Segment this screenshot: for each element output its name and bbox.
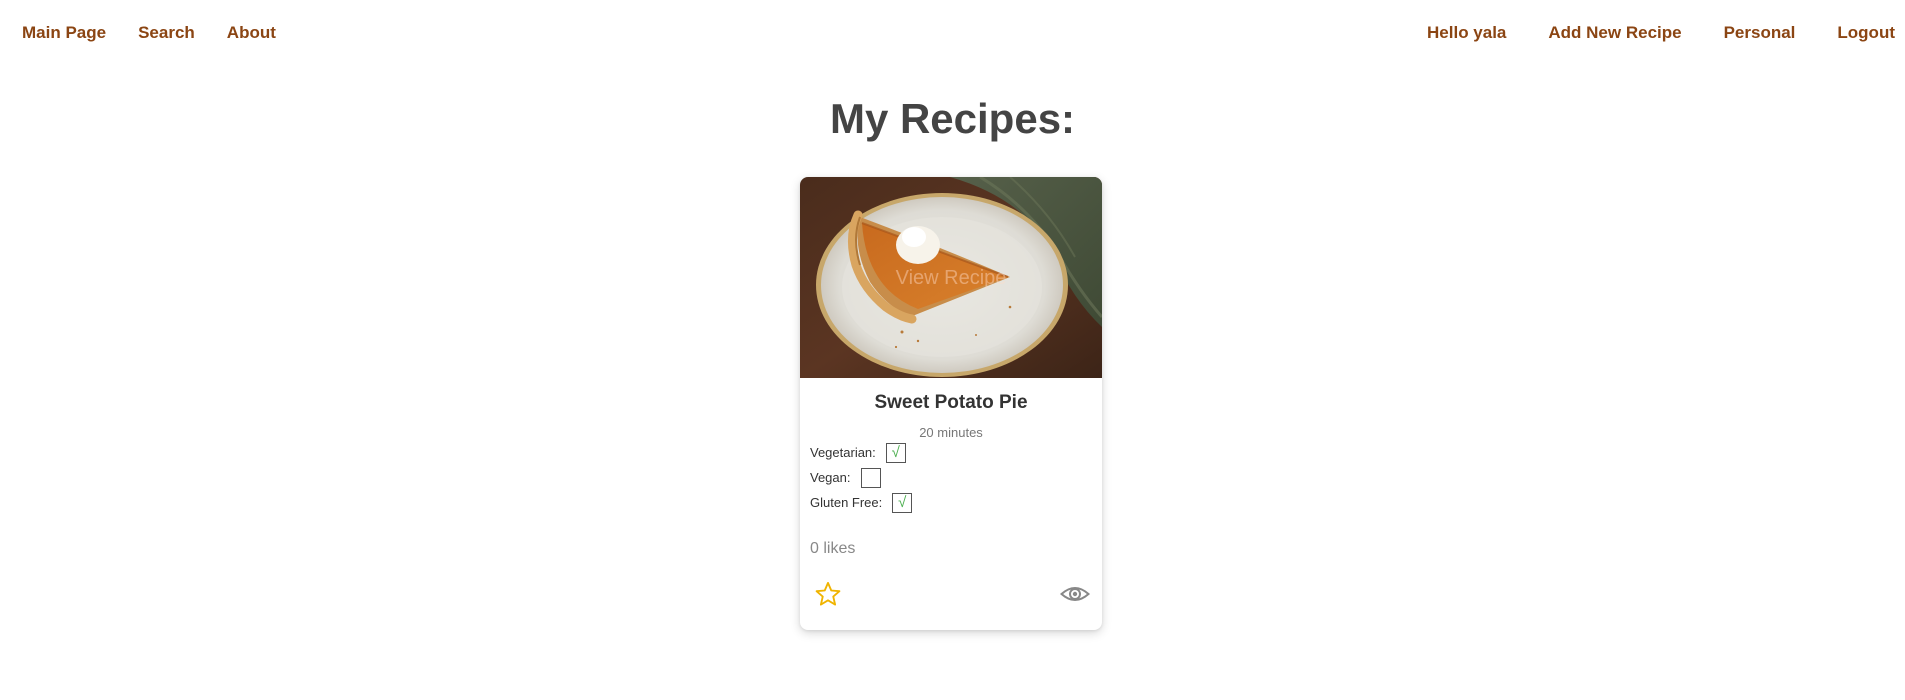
- nav-right: Hello yala Add New Recipe Personal Logou…: [1427, 23, 1895, 43]
- nav-personal[interactable]: Personal: [1724, 23, 1796, 43]
- diet-label-gluten-free: Gluten Free:: [810, 495, 883, 510]
- recipe-card: View Recipe Sweet Potato Pie 20 minutes …: [800, 177, 1102, 630]
- nav-greeting[interactable]: Hello yala: [1427, 23, 1506, 43]
- nav-logout[interactable]: Logout: [1837, 23, 1895, 43]
- nav-about[interactable]: About: [227, 23, 276, 43]
- diet-row-vegetarian: Vegetarian: √: [810, 440, 1102, 465]
- vegan-checkbox: [860, 467, 881, 488]
- view-recipe-overlay[interactable]: View Recipe: [800, 177, 1102, 378]
- recipe-title: Sweet Potato Pie: [874, 392, 1028, 413]
- diet-row-gluten-free: Gluten Free: √: [810, 490, 1102, 515]
- likes-count: 0 likes: [810, 540, 856, 557]
- recipe-image[interactable]: View Recipe: [800, 177, 1102, 378]
- recipe-time: 20 minutes: [919, 425, 983, 440]
- eye-icon[interactable]: [1060, 583, 1090, 605]
- vegetarian-checkbox: √: [885, 442, 906, 463]
- nav-left: Main Page Search About: [22, 23, 308, 43]
- diet-row-vegan: Vegan:: [810, 465, 1102, 490]
- gluten-free-checkbox: √: [892, 492, 913, 513]
- diet-label-vegetarian: Vegetarian:: [810, 445, 876, 460]
- nav-search[interactable]: Search: [138, 23, 195, 43]
- nav-main-page[interactable]: Main Page: [22, 23, 106, 43]
- page-title: My Recipes:: [829, 95, 1076, 142]
- nav-add-new-recipe[interactable]: Add New Recipe: [1548, 23, 1681, 43]
- card-footer: [800, 580, 1102, 608]
- diet-label-vegan: Vegan:: [810, 470, 851, 485]
- navbar: Main Page Search About Hello yala Add Ne…: [0, 0, 1905, 66]
- star-outline-icon[interactable]: [814, 580, 842, 608]
